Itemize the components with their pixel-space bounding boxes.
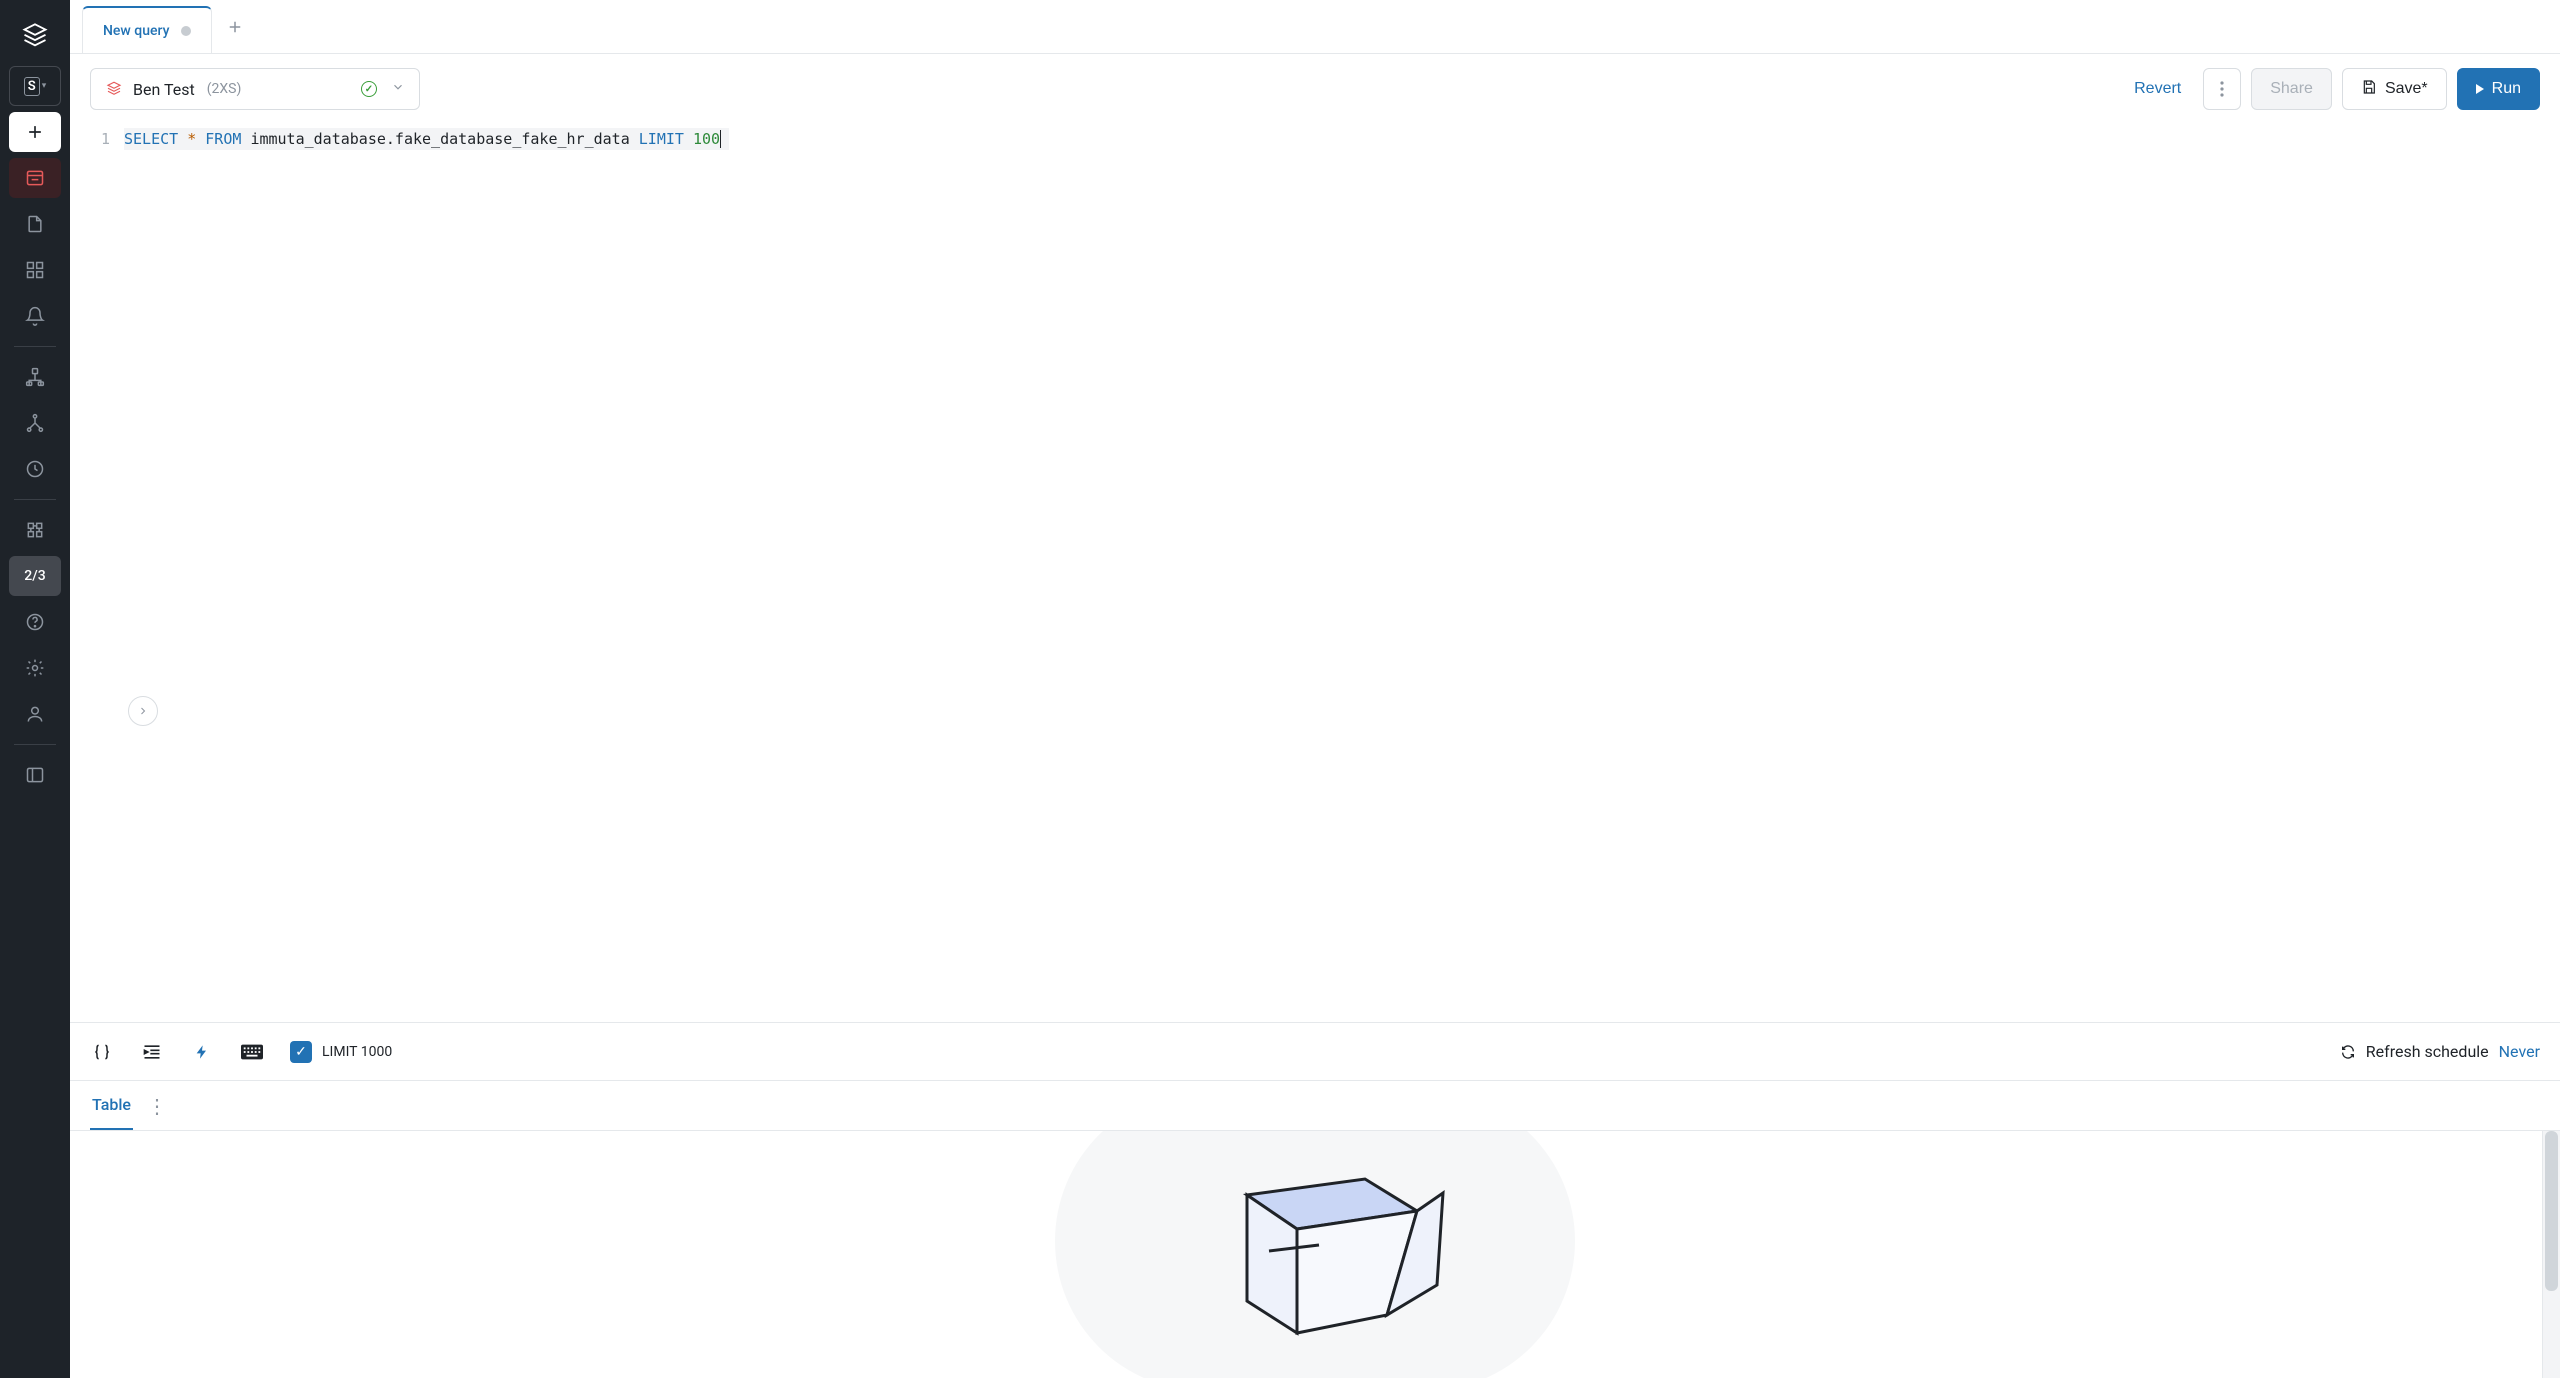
refresh-icon — [2340, 1044, 2356, 1060]
line-gutter: 1 — [70, 124, 124, 1022]
format-braces-button[interactable] — [90, 1040, 114, 1064]
workspace-letter: S — [24, 77, 40, 96]
warehouse-status-ok-icon: ✓ — [361, 81, 377, 97]
alerts-nav[interactable] — [9, 296, 61, 336]
editor-tabs-row: New query — [70, 0, 2560, 54]
results-empty-state — [70, 1131, 2560, 1378]
lineage-nav[interactable] — [9, 403, 61, 443]
dirty-indicator-icon — [181, 26, 191, 36]
dashboards-nav[interactable] — [9, 250, 61, 290]
checkbox-checked-icon: ✓ — [290, 1041, 312, 1063]
refresh-schedule-control[interactable]: Refresh schedule Never — [2340, 1042, 2540, 1061]
code-area[interactable]: SELECT * FROM immuta_database.fake_datab… — [124, 124, 2560, 1022]
left-sidebar: S ▾ — [0, 0, 70, 1378]
results-scrollbar[interactable] — [2542, 1131, 2560, 1378]
results-tab-more-button[interactable]: ⋮ — [147, 1096, 167, 1116]
warehouse-size: (2XS) — [207, 81, 242, 97]
refresh-value: Never — [2499, 1042, 2540, 1061]
sql-editor[interactable]: 1 SELECT * FROM immuta_database.fake_dat… — [70, 124, 2560, 1022]
flash-icon[interactable] — [190, 1040, 214, 1064]
workspace-switcher[interactable]: S ▾ — [9, 66, 61, 106]
add-tab-button[interactable] — [212, 0, 258, 53]
results-tabs: Table ⋮ — [70, 1081, 2560, 1131]
limit-label: LIMIT 1000 — [322, 1044, 392, 1060]
indent-button[interactable] — [140, 1040, 164, 1064]
sidebar-separator — [14, 744, 56, 745]
editor-footer: ✓ LIMIT 1000 Refresh schedule Never — [70, 1022, 2560, 1080]
sidebar-separator — [14, 499, 56, 500]
warehouse-icon — [105, 80, 123, 98]
expand-sidebar-toggle[interactable] — [128, 696, 158, 726]
run-button[interactable]: Run — [2457, 68, 2540, 110]
refresh-label: Refresh schedule — [2366, 1042, 2489, 1061]
revert-button[interactable]: Revert — [2122, 68, 2193, 110]
panel-toggle-nav[interactable] — [9, 755, 61, 795]
scrollbar-thumb[interactable] — [2545, 1131, 2558, 1291]
history-nav[interactable] — [9, 449, 61, 489]
results-tab-table[interactable]: Table — [90, 1081, 133, 1130]
results-panel: Table ⋮ — [70, 1080, 2560, 1378]
tab-label: New query — [103, 23, 169, 39]
play-icon — [2476, 84, 2484, 94]
data-nav[interactable] — [9, 357, 61, 397]
nav-counter-badge[interactable]: 2/3 — [9, 556, 61, 596]
warehouse-name: Ben Test — [133, 80, 195, 99]
chevron-down-icon — [391, 80, 405, 98]
settings-nav[interactable] — [9, 648, 61, 688]
compute-nav[interactable] — [9, 510, 61, 550]
sql-editor-nav[interactable] — [9, 158, 61, 198]
warehouse-selector[interactable]: Ben Test (2XS) ✓ — [90, 68, 420, 110]
databricks-logo-icon[interactable] — [9, 14, 61, 58]
run-label: Run — [2492, 80, 2521, 98]
editor-toolbar: Ben Test (2XS) ✓ Revert Share Sa — [70, 54, 2560, 124]
help-nav[interactable] — [9, 602, 61, 642]
keyboard-icon[interactable] — [240, 1040, 264, 1064]
share-button[interactable]: Share — [2251, 68, 2332, 110]
tab-new-query[interactable]: New query — [82, 6, 212, 53]
user-nav[interactable] — [9, 694, 61, 734]
empty-box-icon — [1185, 1137, 1445, 1347]
caret-down-icon: ▾ — [42, 81, 47, 91]
line-number: 1 — [70, 128, 110, 150]
text-cursor — [720, 130, 721, 148]
create-new-button[interactable] — [9, 112, 61, 152]
sidebar-separator — [14, 346, 56, 347]
queries-nav[interactable] — [9, 204, 61, 244]
save-button[interactable]: Save* — [2342, 68, 2447, 110]
save-label: Save* — [2385, 80, 2428, 98]
limit-rows-checkbox[interactable]: ✓ LIMIT 1000 — [290, 1041, 392, 1063]
more-actions-button[interactable] — [2203, 68, 2241, 110]
save-icon — [2361, 79, 2377, 100]
